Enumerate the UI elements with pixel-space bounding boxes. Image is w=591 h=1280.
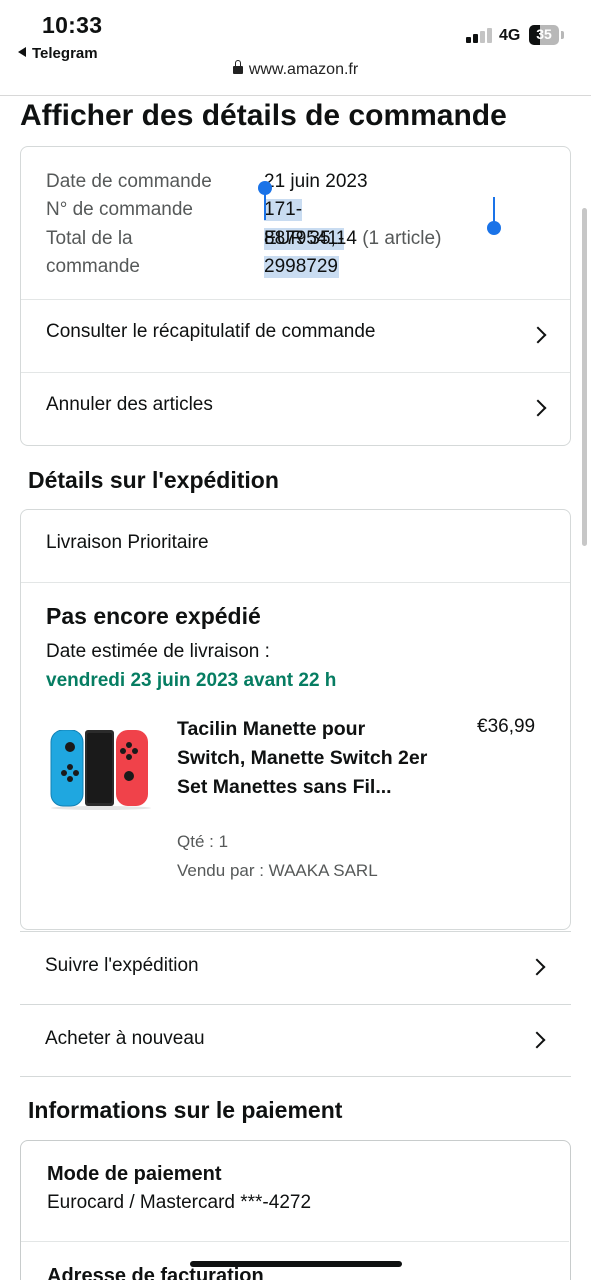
divider: [21, 1241, 569, 1242]
status-time: 10:33: [42, 12, 103, 38]
product-quantity: Qté : 1: [177, 832, 229, 851]
url-text: www.amazon.fr: [248, 61, 359, 78]
track-shipment-link[interactable]: Suivre l'expédition: [20, 931, 571, 1004]
order-total-value: EUR 35,14: [264, 228, 357, 249]
order-date-value: 21 juin 2023: [264, 171, 368, 192]
chevron-right-icon: [528, 958, 546, 976]
home-indicator[interactable]: [190, 1261, 402, 1267]
chevron-right-icon: [529, 399, 547, 417]
product-image[interactable]: [49, 730, 157, 810]
product-price: €36,99: [477, 716, 536, 737]
order-summary-link[interactable]: Consulter le récapitulatif de commande: [21, 299, 570, 372]
page-title: Afficher des détails de commande: [20, 99, 507, 132]
product-seller: Vendu par : WAAKA SARL: [177, 861, 378, 880]
network-type: 4G: [499, 27, 521, 44]
shipping-type: Livraison Prioritaire: [46, 532, 209, 553]
order-total-label-line1: Total de la: [46, 228, 133, 249]
payment-section-title: Informations sur le paiement: [28, 1097, 343, 1123]
order-summary-card: Date de commande 21 juin 2023 N° de comm…: [20, 146, 571, 446]
chevron-right-icon: [528, 1031, 546, 1049]
order-summary-link-label: Consulter le récapitulatif de commande: [46, 321, 376, 342]
payment-method-label: Mode de paiement: [47, 1163, 222, 1185]
selection-end-caret: [493, 197, 495, 223]
battery-cap: [561, 31, 564, 39]
track-shipment-label: Suivre l'expédition: [45, 955, 199, 976]
back-app-label: Telegram: [32, 45, 98, 62]
payment-card: Mode de paiement Eurocard / Mastercard *…: [20, 1140, 571, 1280]
delivery-date-value: vendredi 23 juin 2023 avant 22 h: [46, 670, 337, 691]
cancel-items-link-label: Annuler des articles: [46, 394, 213, 415]
shipment-card: Livraison Prioritaire Pas encore expédié…: [20, 509, 571, 930]
buy-again-label: Acheter à nouveau: [45, 1028, 205, 1049]
order-date-label: Date de commande: [46, 171, 212, 192]
billing-address-label: Adresse de facturation: [47, 1265, 264, 1280]
buy-again-link[interactable]: Acheter à nouveau: [20, 1004, 571, 1077]
cellular-signal-icon: [466, 27, 494, 43]
address-bar[interactable]: www.amazon.fr: [0, 60, 591, 79]
payment-method-value: Eurocard / Mastercard ***-4272: [47, 1192, 312, 1213]
battery-icon: 35: [529, 25, 559, 45]
product-name[interactable]: Tacilin Manette pour Switch, Manette Swi…: [177, 715, 437, 802]
status-bar: 10:33 Telegram 4G 35 www.amazon.fr: [0, 0, 591, 96]
order-total-label-line2: commande: [46, 256, 140, 277]
delivery-date-label: Date estimée de livraison :: [46, 641, 270, 662]
shipping-section-title: Détails sur l'expédition: [28, 467, 279, 493]
selection-start-caret: [264, 187, 266, 220]
chevron-right-icon: [529, 326, 547, 344]
lock-icon: [232, 60, 243, 74]
back-to-app-link[interactable]: Telegram: [18, 45, 98, 62]
shipment-status: Pas encore expédié: [46, 603, 261, 629]
scrollbar[interactable]: [582, 208, 587, 546]
back-arrow-icon: [18, 47, 26, 57]
battery-level: 35: [536, 26, 552, 42]
divider: [21, 582, 570, 583]
order-total-items: (1 article): [362, 228, 442, 249]
selection-end-handle[interactable]: [487, 221, 501, 235]
cancel-items-link[interactable]: Annuler des articles: [21, 372, 570, 446]
order-number-label: N° de commande: [46, 199, 193, 220]
